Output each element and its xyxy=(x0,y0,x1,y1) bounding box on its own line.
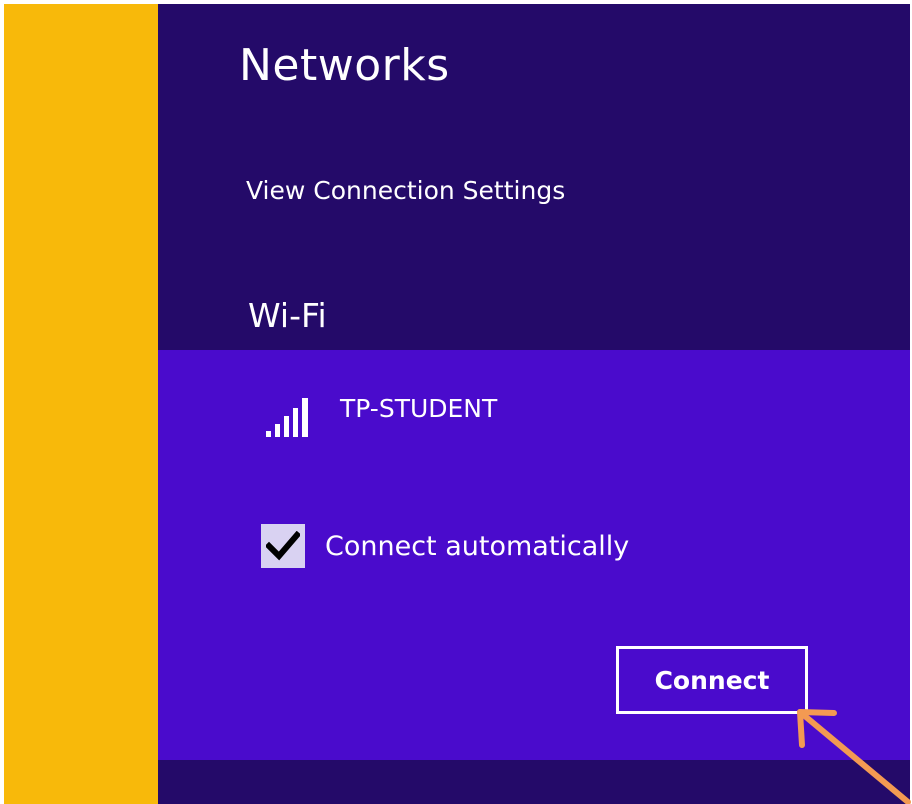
wifi-section-heading: Wi-Fi xyxy=(248,296,327,335)
selected-network-card[interactable]: TP-STUDENT Connect automatically Connect xyxy=(158,350,910,760)
screenshot-stage: Networks View Connection Settings Wi-Fi … xyxy=(0,0,912,804)
connect-button[interactable]: Connect xyxy=(616,646,808,714)
view-connection-settings-link[interactable]: View Connection Settings xyxy=(246,176,565,205)
connect-automatically-checkbox-row[interactable]: Connect automatically xyxy=(261,524,629,568)
connect-automatically-checkbox[interactable] xyxy=(261,524,305,568)
panel-title: Networks xyxy=(239,40,450,91)
network-name: TP-STUDENT xyxy=(340,394,498,423)
wifi-signal-icon xyxy=(266,398,308,437)
networks-charm-panel: Networks View Connection Settings Wi-Fi … xyxy=(158,4,910,804)
checkmark-icon xyxy=(266,531,300,561)
connect-automatically-label: Connect automatically xyxy=(325,530,630,562)
desktop-background xyxy=(4,4,158,804)
